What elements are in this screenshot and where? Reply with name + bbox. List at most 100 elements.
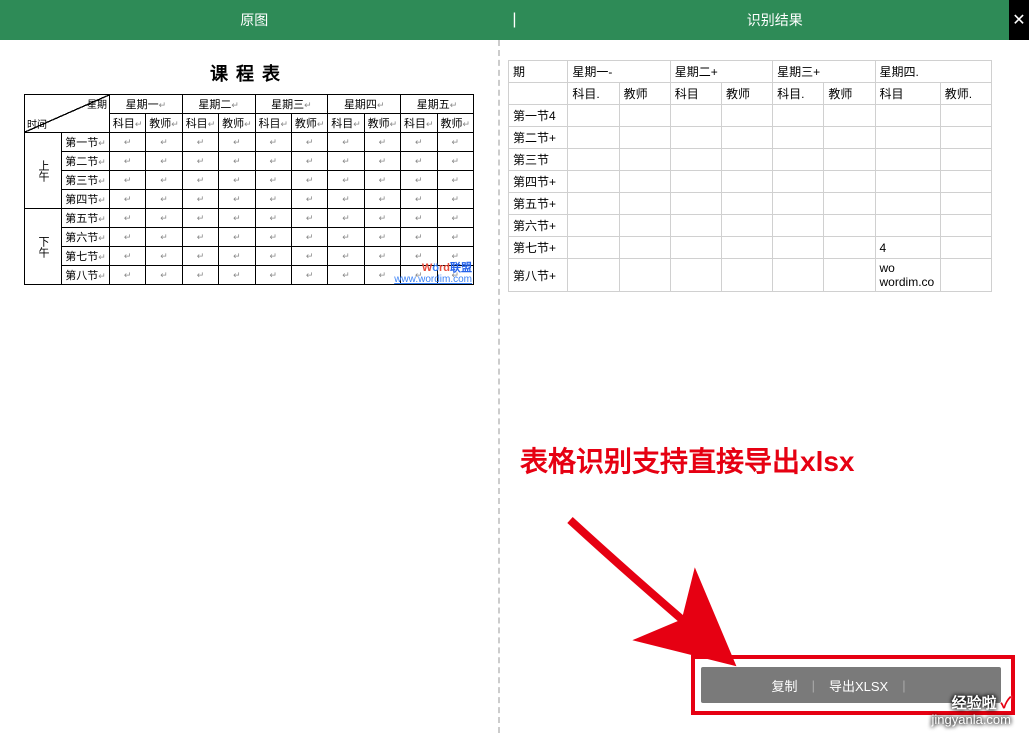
result-cell xyxy=(940,237,991,259)
content-area: 课程表 星期 时间 星期一↵ 星期二↵ 星期三↵ 星期四↵ 星期五↵ 科目↵教师… xyxy=(0,40,1029,733)
result-cell xyxy=(940,171,991,193)
cell: ↵ xyxy=(109,171,145,190)
result-cell: 星期二+ xyxy=(670,61,772,83)
cell: ↵ xyxy=(401,171,437,190)
result-cell xyxy=(875,149,940,171)
cell: ↵ xyxy=(146,247,182,266)
result-cell xyxy=(619,171,670,193)
cell: ↵ xyxy=(291,133,327,152)
result-cell xyxy=(670,215,721,237)
period-label: 第七节↵ xyxy=(62,247,110,266)
cell: ↵ xyxy=(328,152,364,171)
result-cell xyxy=(875,215,940,237)
result-cell xyxy=(824,259,875,292)
period-label: 第一节↵ xyxy=(62,133,110,152)
cell: ↵ xyxy=(255,209,291,228)
result-cell xyxy=(773,259,824,292)
result-cell: 第五节+ xyxy=(509,193,568,215)
tab-result[interactable]: 识别结果 xyxy=(521,10,1029,30)
result-cell xyxy=(824,171,875,193)
result-cell xyxy=(875,193,940,215)
cell: ↵ xyxy=(291,152,327,171)
result-cell: 第四节+ xyxy=(509,171,568,193)
cell: ↵ xyxy=(219,171,255,190)
period-label: 第二节↵ xyxy=(62,152,110,171)
close-button[interactable]: ✕ xyxy=(1009,0,1029,40)
result-cell xyxy=(568,215,619,237)
header-divider: | xyxy=(508,11,520,29)
period-label: 第六节↵ xyxy=(62,228,110,247)
separator: | xyxy=(812,678,815,693)
result-cell: 教师 xyxy=(721,83,772,105)
cell: ↵ xyxy=(146,209,182,228)
diag-left-label: 时间 xyxy=(27,116,47,131)
tab-original[interactable]: 原图 xyxy=(0,10,508,30)
result-cell: 星期三+ xyxy=(773,61,875,83)
result-cell xyxy=(670,237,721,259)
result-cell: wo wordim.co xyxy=(875,259,940,292)
cell: ↵ xyxy=(109,152,145,171)
sub-header: 科目↵ xyxy=(328,114,364,133)
cell: ↵ xyxy=(182,266,218,285)
day-header: 星期三↵ xyxy=(255,95,328,114)
cell: ↵ xyxy=(255,152,291,171)
cell: ↵ xyxy=(364,209,400,228)
cell: ↵ xyxy=(219,266,255,285)
result-cell xyxy=(670,149,721,171)
cell: ↵ xyxy=(109,247,145,266)
sub-header: 科目↵ xyxy=(255,114,291,133)
result-cell xyxy=(568,193,619,215)
result-cell xyxy=(670,127,721,149)
result-table: 期星期一-星期二+星期三+星期四.科目.教师科目教师科目.教师科目教师.第一节4… xyxy=(508,60,992,292)
cell: ↵ xyxy=(255,171,291,190)
cell: ↵ xyxy=(219,190,255,209)
sub-header: 教师↵ xyxy=(437,114,474,133)
result-cell xyxy=(824,127,875,149)
result-cell xyxy=(824,105,875,127)
diag-right-label: 星期 xyxy=(87,96,107,111)
cell: ↵ xyxy=(255,266,291,285)
cell: ↵ xyxy=(401,152,437,171)
result-cell xyxy=(721,171,772,193)
site-watermark: 经验啦 ✓ jingyanla.com xyxy=(932,696,1012,727)
cell: ↵ xyxy=(219,247,255,266)
cell: ↵ xyxy=(109,209,145,228)
result-cell xyxy=(773,149,824,171)
cell: ↵ xyxy=(401,190,437,209)
cell: ↵ xyxy=(364,190,400,209)
result-cell xyxy=(568,105,619,127)
result-cell xyxy=(940,215,991,237)
cell: ↵ xyxy=(364,171,400,190)
cell: ↵ xyxy=(401,209,437,228)
sub-header: 教师↵ xyxy=(291,114,327,133)
result-cell xyxy=(568,171,619,193)
day-header: 星期四↵ xyxy=(328,95,401,114)
cell: ↵ xyxy=(182,228,218,247)
diagonal-header: 星期 时间 xyxy=(25,95,110,133)
cell: ↵ xyxy=(364,228,400,247)
sub-header: 教师↵ xyxy=(364,114,400,133)
copy-button[interactable]: 复制 xyxy=(772,676,798,695)
cell: ↵ xyxy=(219,209,255,228)
result-cell xyxy=(721,215,772,237)
sub-header: 教师↵ xyxy=(146,114,182,133)
result-cell xyxy=(670,171,721,193)
result-cell: 期 xyxy=(509,61,568,83)
result-cell xyxy=(773,237,824,259)
cell: ↵ xyxy=(437,209,474,228)
cell: ↵ xyxy=(328,209,364,228)
cell: ↵ xyxy=(146,228,182,247)
result-cell xyxy=(875,105,940,127)
result-cell xyxy=(619,149,670,171)
callout-text: 表格识别支持直接导出xlsx xyxy=(520,440,855,480)
cell: ↵ xyxy=(328,133,364,152)
cell: ↵ xyxy=(255,228,291,247)
result-cell xyxy=(619,193,670,215)
result-cell: 第七节+ xyxy=(509,237,568,259)
result-cell xyxy=(670,105,721,127)
more-actions[interactable] xyxy=(920,678,931,693)
export-xlsx-button[interactable]: 导出XLSX xyxy=(829,676,888,695)
period-label: 第四节↵ xyxy=(62,190,110,209)
result-cell xyxy=(568,237,619,259)
cell: ↵ xyxy=(401,228,437,247)
